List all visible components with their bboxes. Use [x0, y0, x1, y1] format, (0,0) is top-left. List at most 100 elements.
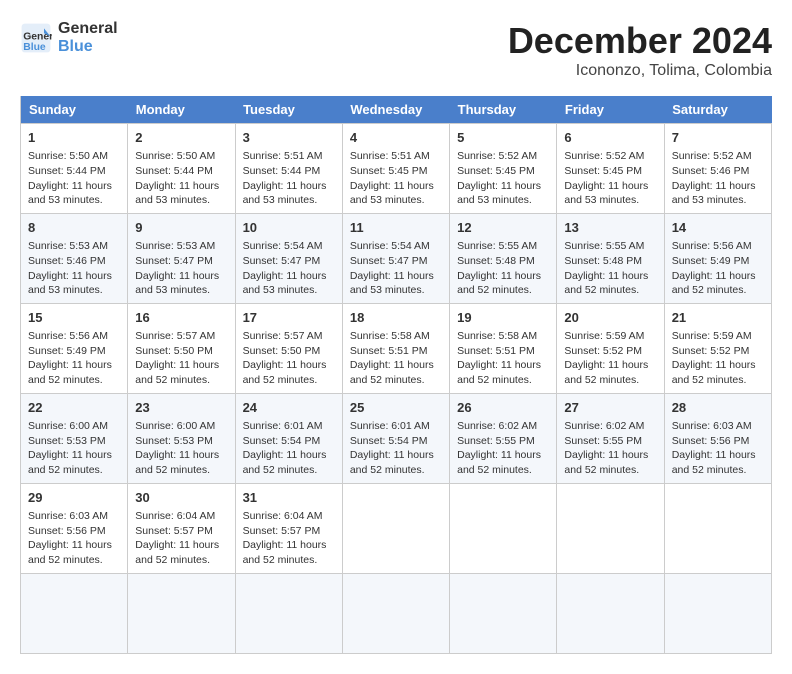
- day-number: 24: [243, 399, 335, 417]
- calendar-row-6: [21, 573, 772, 653]
- calendar-row-4: 22Sunrise: 6:00 AMSunset: 5:53 PMDayligh…: [21, 393, 772, 483]
- sunrise-text: Sunrise: 6:01 AM: [243, 420, 323, 432]
- sunrise-text: Sunrise: 6:03 AM: [28, 510, 108, 522]
- sunrise-text: Sunrise: 5:57 AM: [243, 330, 323, 342]
- calendar-cell: [342, 483, 449, 573]
- title-area: December 2024 Icononzo, Tolima, Colombia: [508, 20, 772, 80]
- sunset-text: Sunset: 5:49 PM: [672, 255, 750, 267]
- sunrise-text: Sunrise: 5:55 AM: [457, 240, 537, 252]
- calendar-cell: [557, 483, 664, 573]
- month-title: December 2024: [508, 20, 772, 62]
- day-number: 13: [564, 219, 656, 237]
- day-number: 5: [457, 129, 549, 147]
- sunset-text: Sunset: 5:44 PM: [28, 165, 106, 177]
- sunrise-text: Sunrise: 6:00 AM: [135, 420, 215, 432]
- calendar-cell: 9Sunrise: 5:53 AMSunset: 5:47 PMDaylight…: [128, 213, 235, 303]
- sunset-text: Sunset: 5:47 PM: [135, 255, 213, 267]
- sunset-text: Sunset: 5:49 PM: [28, 345, 106, 357]
- sunset-text: Sunset: 5:51 PM: [457, 345, 535, 357]
- daylight-text: Daylight: 11 hours and 52 minutes.: [28, 449, 112, 476]
- day-number: 16: [135, 309, 227, 327]
- calendar-cell: 28Sunrise: 6:03 AMSunset: 5:56 PMDayligh…: [664, 393, 771, 483]
- sunrise-text: Sunrise: 5:53 AM: [135, 240, 215, 252]
- daylight-text: Daylight: 11 hours and 52 minutes.: [350, 359, 434, 386]
- sunrise-text: Sunrise: 6:04 AM: [243, 510, 323, 522]
- sunset-text: Sunset: 5:57 PM: [243, 525, 321, 537]
- location-title: Icononzo, Tolima, Colombia: [508, 62, 772, 80]
- sunset-text: Sunset: 5:45 PM: [350, 165, 428, 177]
- calendar-cell: 26Sunrise: 6:02 AMSunset: 5:55 PMDayligh…: [450, 393, 557, 483]
- calendar-cell: 17Sunrise: 5:57 AMSunset: 5:50 PMDayligh…: [235, 303, 342, 393]
- calendar-row-5: 29 Sunrise: 6:03 AM Sunset: 5:56 PM Dayligh…: [21, 483, 772, 573]
- col-wednesday: Wednesday: [342, 96, 449, 124]
- calendar-cell: 12Sunrise: 5:55 AMSunset: 5:48 PMDayligh…: [450, 213, 557, 303]
- logo-text-general: General: [58, 20, 118, 38]
- calendar-cell: 31Sunrise: 6:04 AMSunset: 5:57 PMDayligh…: [235, 483, 342, 573]
- day-number: 3: [243, 129, 335, 147]
- daylight-text: Daylight: 11 hours and 52 minutes.: [135, 449, 219, 476]
- logo-text-blue: Blue: [58, 38, 118, 56]
- day-number: 2: [135, 129, 227, 147]
- col-thursday: Thursday: [450, 96, 557, 124]
- sunrise-text: Sunrise: 5:54 AM: [243, 240, 323, 252]
- calendar-cell: 19Sunrise: 5:58 AMSunset: 5:51 PMDayligh…: [450, 303, 557, 393]
- sunrise-text: Sunrise: 5:59 AM: [672, 330, 752, 342]
- sunrise-text: Sunrise: 5:58 AM: [350, 330, 430, 342]
- sunrise-text: Sunrise: 5:55 AM: [564, 240, 644, 252]
- daylight-text: Daylight: 11 hours and 52 minutes.: [243, 449, 327, 476]
- calendar-cell: 3Sunrise: 5:51 AMSunset: 5:44 PMDaylight…: [235, 124, 342, 214]
- daylight-text: Daylight: 11 hours and 53 minutes.: [135, 180, 219, 207]
- calendar-cell: 30 Sunrise: 6:04 AM Sunset: 5:57 PM Dayligh…: [128, 483, 235, 573]
- col-saturday: Saturday: [664, 96, 771, 124]
- daylight-text: Daylight: 11 hours and 52 minutes.: [672, 449, 756, 476]
- sunrise-text: Sunrise: 5:52 AM: [672, 150, 752, 162]
- sunrise-text: Sunrise: 5:50 AM: [135, 150, 215, 162]
- daylight-text: Daylight: 11 hours and 53 minutes.: [564, 180, 648, 207]
- calendar-cell: 24Sunrise: 6:01 AMSunset: 5:54 PMDayligh…: [235, 393, 342, 483]
- calendar-cell: 6Sunrise: 5:52 AMSunset: 5:45 PMDaylight…: [557, 124, 664, 214]
- sunrise-text: Sunrise: 6:02 AM: [457, 420, 537, 432]
- calendar-row-3: 15Sunrise: 5:56 AMSunset: 5:49 PMDayligh…: [21, 303, 772, 393]
- calendar-cell: 1Sunrise: 5:50 AMSunset: 5:44 PMDaylight…: [21, 124, 128, 214]
- day-number: 31: [243, 489, 335, 507]
- sunrise-text: Sunrise: 5:59 AM: [564, 330, 644, 342]
- calendar-row-1: 1Sunrise: 5:50 AMSunset: 5:44 PMDaylight…: [21, 124, 772, 214]
- calendar-cell: 7Sunrise: 5:52 AMSunset: 5:46 PMDaylight…: [664, 124, 771, 214]
- daylight-text: Daylight: 11 hours and 52 minutes.: [457, 270, 541, 297]
- day-number: 6: [564, 129, 656, 147]
- sunrise-text: Sunrise: 6:02 AM: [564, 420, 644, 432]
- calendar-cell: 2Sunrise: 5:50 AMSunset: 5:44 PMDaylight…: [128, 124, 235, 214]
- day-number: 29: [28, 489, 120, 507]
- svg-text:Blue: Blue: [23, 42, 46, 53]
- sunset-text: Sunset: 5:48 PM: [457, 255, 535, 267]
- day-number: 9: [135, 219, 227, 237]
- sunrise-text: Sunrise: 5:56 AM: [28, 330, 108, 342]
- sunset-text: Sunset: 5:44 PM: [243, 165, 321, 177]
- daylight-text: Daylight: 11 hours and 52 minutes.: [457, 449, 541, 476]
- daylight-text: Daylight: 11 hours and 53 minutes.: [457, 180, 541, 207]
- calendar-cell: 8Sunrise: 5:53 AMSunset: 5:46 PMDaylight…: [21, 213, 128, 303]
- calendar-cell: [450, 483, 557, 573]
- sunrise-text: Sunrise: 6:03 AM: [672, 420, 752, 432]
- calendar-cell: [450, 573, 557, 653]
- daylight-text: Daylight: 11 hours and 52 minutes.: [564, 359, 648, 386]
- calendar-cell: 25Sunrise: 6:01 AMSunset: 5:54 PMDayligh…: [342, 393, 449, 483]
- daylight-text: Daylight: 11 hours and 53 minutes.: [350, 180, 434, 207]
- sunset-text: Sunset: 5:47 PM: [350, 255, 428, 267]
- sunrise-text: Sunrise: 6:04 AM: [135, 510, 215, 522]
- sunset-text: Sunset: 5:46 PM: [28, 255, 106, 267]
- sunset-text: Sunset: 5:56 PM: [28, 525, 106, 537]
- day-number: 20: [564, 309, 656, 327]
- daylight-text: Daylight: 11 hours and 53 minutes.: [350, 270, 434, 297]
- daylight-text: Daylight: 11 hours and 52 minutes.: [564, 270, 648, 297]
- calendar-cell: [664, 483, 771, 573]
- daylight-text: Daylight: 11 hours and 52 minutes.: [135, 539, 219, 566]
- sunrise-text: Sunrise: 6:00 AM: [28, 420, 108, 432]
- sunset-text: Sunset: 5:57 PM: [135, 525, 213, 537]
- day-number: 30: [135, 489, 227, 507]
- calendar-cell: 16Sunrise: 5:57 AMSunset: 5:50 PMDayligh…: [128, 303, 235, 393]
- calendar-cell: 27Sunrise: 6:02 AMSunset: 5:55 PMDayligh…: [557, 393, 664, 483]
- daylight-text: Daylight: 11 hours and 53 minutes.: [28, 270, 112, 297]
- sunset-text: Sunset: 5:47 PM: [243, 255, 321, 267]
- sunset-text: Sunset: 5:55 PM: [564, 435, 642, 447]
